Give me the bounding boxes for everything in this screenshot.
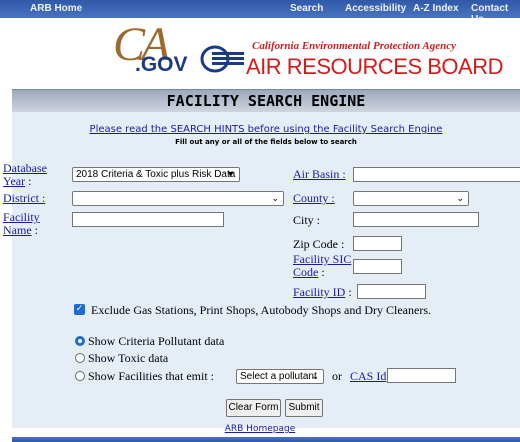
chevron-down-icon: ⌄ [456, 193, 464, 203]
sic-code-label: Facility SIC Code : [293, 253, 351, 279]
facility-id-label: Facility ID : [293, 285, 352, 300]
exclude-label: Exclude Gas Stations, Print Shops, Autob… [91, 303, 431, 317]
nav-az-index-link[interactable]: A-Z Index [413, 3, 459, 14]
district-link[interactable]: District : [3, 191, 45, 205]
facility-name-link-2[interactable]: Name [3, 223, 32, 237]
database-year-link-1[interactable]: Database [3, 161, 47, 175]
facility-name-field[interactable] [72, 212, 224, 227]
top-nav-bar: ARB Home Search Accessibility A-Z Index … [0, 0, 520, 25]
facility-name-label: Facility Name : [3, 211, 40, 237]
facility-name-link-1[interactable]: Facility [3, 210, 40, 224]
air-basin-label: Air Basin : [293, 167, 346, 182]
emit-radio-label: Show Facilities that emit : [88, 369, 214, 383]
search-hints-link[interactable]: Please read the SEARCH HINTS before usin… [12, 124, 520, 135]
cas-id-label: CAS Id [350, 369, 386, 384]
zip-code-label: Zip Code : [293, 237, 345, 251]
zip-code-field[interactable] [353, 236, 402, 251]
exclude-checkbox[interactable]: ✓ [74, 304, 85, 315]
arb-homepage-link[interactable]: ARB Homepage [225, 424, 296, 434]
sic-code-colon: : [318, 265, 325, 279]
or-label: or [332, 369, 342, 383]
submit-button[interactable]: Submit [285, 399, 323, 417]
pollutant-select[interactable]: Select a pollutant ⌄ [236, 369, 324, 384]
facility-name-colon: : [31, 223, 38, 237]
calepa-emblem-icon [200, 45, 244, 73]
nav-arb-home-link[interactable]: ARB Home [30, 3, 82, 14]
chevron-down-icon: ⌄ [311, 371, 319, 381]
calepa-text: California Environmental Protection Agen… [252, 40, 457, 52]
pollutant-value: Select a pollutant [240, 371, 317, 382]
county-label: County : [293, 191, 335, 206]
nav-search-link[interactable]: Search [290, 3, 323, 14]
gov-logo-text: .GOV [135, 53, 188, 76]
clear-form-button[interactable]: Clear Form [226, 399, 281, 417]
city-field[interactable] [353, 212, 479, 227]
sic-code-field[interactable] [353, 259, 402, 274]
facility-id-link[interactable]: Facility ID [293, 285, 345, 299]
database-year-value: 2018 Criteria & Toxic plus Risk Data [76, 169, 236, 180]
arb-logo[interactable]: California Environmental Protection Agen… [200, 40, 504, 80]
search-instruction: Fill out any or all of the fields below … [175, 138, 357, 146]
air-basin-link[interactable]: Air Basin : [293, 167, 346, 181]
title-bar: FACILITY SEARCH ENGINE [12, 89, 520, 112]
emit-radio[interactable] [75, 371, 85, 381]
facility-id-colon: : [345, 285, 352, 299]
database-year-colon: : [25, 174, 32, 188]
cas-id-link[interactable]: CAS Id [350, 369, 386, 383]
cas-id-field[interactable] [387, 368, 456, 383]
city-label: City : [293, 213, 321, 227]
database-year-select[interactable]: 2018 Criteria & Toxic plus Risk Data ▼ [72, 167, 240, 182]
criteria-radio-label: Show Criteria Pollutant data [88, 334, 225, 348]
county-select[interactable]: ⌄ [353, 191, 469, 206]
criteria-radio[interactable] [75, 336, 85, 346]
sic-code-link-2[interactable]: Code [293, 265, 318, 279]
footer: ARB Homepage [0, 424, 520, 434]
database-year-label: Database Year : [3, 162, 47, 188]
bottom-bar [12, 437, 520, 442]
county-link[interactable]: County : [293, 191, 335, 205]
page-title: FACILITY SEARCH ENGINE [166, 92, 366, 110]
air-basin-field[interactable] [353, 167, 520, 182]
district-label: District : [3, 191, 45, 206]
nav-contact-link[interactable]: Contact Us [471, 3, 520, 25]
ca-gov-logo[interactable]: CA .GOV [113, 18, 188, 79]
toxic-radio-label: Show Toxic data [88, 351, 169, 365]
nav-accessibility-link[interactable]: Accessibility [345, 3, 406, 14]
chevron-down-icon: ⌄ [271, 193, 279, 203]
database-year-link-2[interactable]: Year [3, 174, 25, 188]
arb-text: AIR RESOURCES BOARD [246, 54, 504, 79]
chevron-down-icon: ▼ [226, 169, 235, 179]
toxic-radio[interactable] [75, 353, 85, 363]
sic-code-link-1[interactable]: Facility SIC [293, 252, 351, 266]
district-select[interactable]: ⌄ [72, 191, 284, 206]
facility-id-field[interactable] [357, 284, 426, 299]
